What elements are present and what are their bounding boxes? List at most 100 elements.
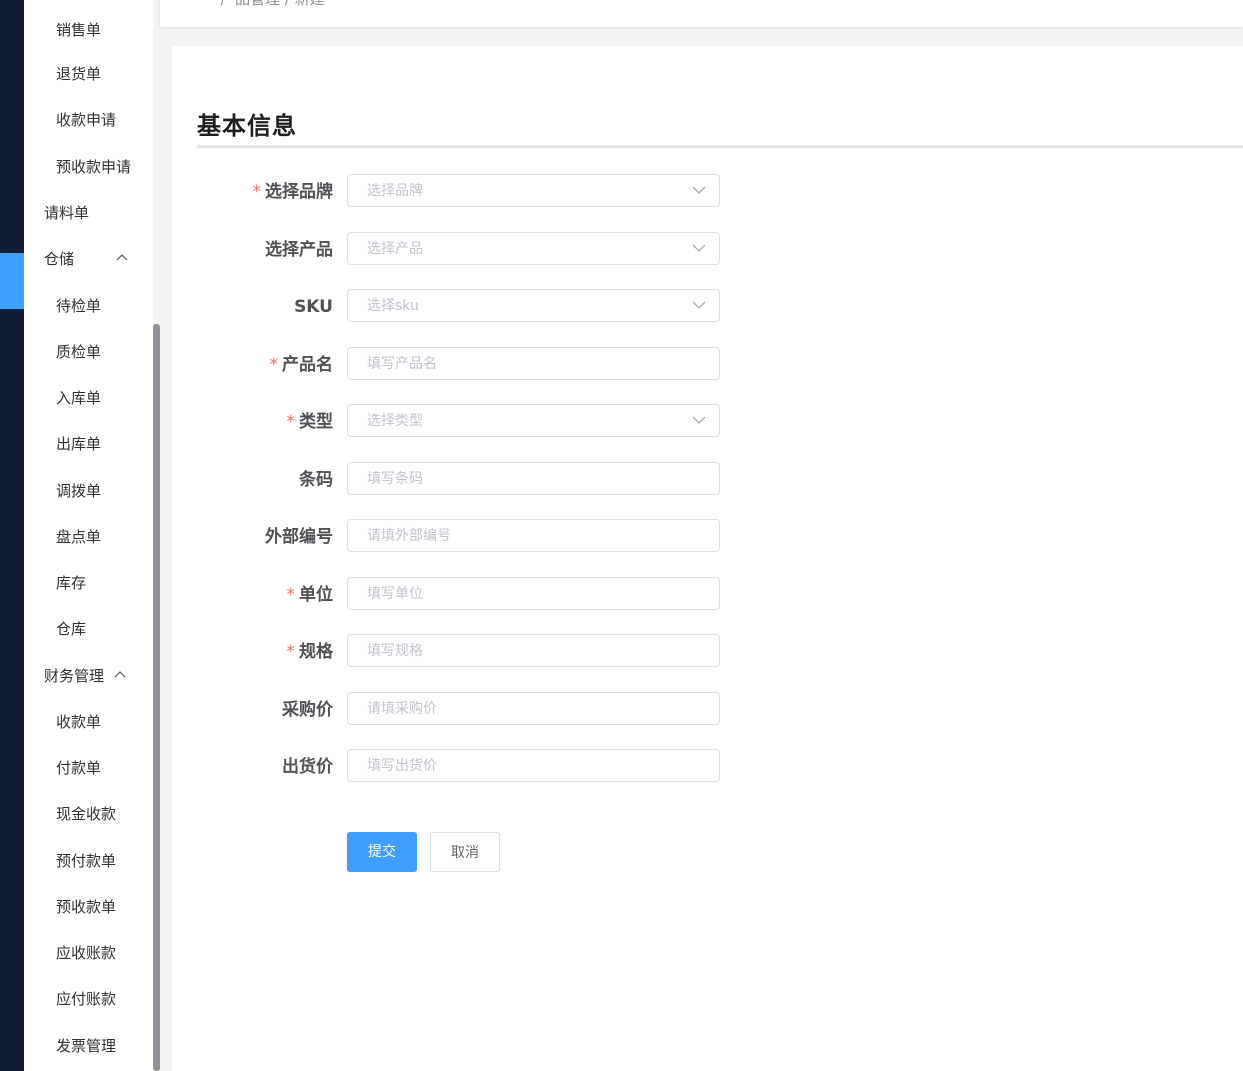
form-row-barcode: 条码 填写条码 [172, 462, 772, 498]
form-row-sku: SKU 选择sku [172, 289, 772, 325]
sidebar-item-accounts-receivable[interactable]: 应收账款 [56, 930, 116, 976]
sidebar-item-payment-request[interactable]: 收款申请 [56, 97, 116, 143]
external-code-input[interactable]: 请填外部编号 [347, 519, 720, 552]
barcode-input[interactable]: 填写条码 [347, 462, 720, 495]
sidebar-item-outbound-order[interactable]: 出库单 [56, 421, 101, 467]
required-mark: * [286, 585, 296, 605]
select-placeholder: 选择产品 [367, 241, 423, 257]
rail-active-indicator [0, 253, 24, 309]
form-row-product-name: * 产品名 填写产品名 [172, 347, 772, 383]
sidebar-group-warehouse[interactable]: 仓储 [44, 236, 144, 282]
select-placeholder: 选择类型 [367, 413, 423, 429]
left-rail [0, 0, 24, 1071]
field-label: 条码 [299, 470, 333, 490]
field-label: 出货价 [282, 757, 333, 777]
sidebar-item-label: 收款申请 [56, 111, 117, 129]
sidebar-item-cash-receipt[interactable]: 现金收款 [56, 791, 116, 837]
sidebar-item-payment[interactable]: 付款单 [56, 745, 101, 791]
sidebar-item-receipt[interactable]: 收款单 [56, 699, 101, 745]
form-panel: 基本信息 * 选择品牌 选择品牌 选择产品 选择产品 SKU 选择sku * 产品名… [172, 46, 1243, 1071]
form-row-sale-price: 出货价 填写出货价 [172, 749, 772, 785]
sku-select[interactable]: 选择sku [347, 289, 720, 322]
submit-button[interactable]: 提交 [347, 832, 417, 872]
brand-select[interactable]: 选择品牌 [347, 174, 720, 207]
chevron-down-icon [692, 244, 706, 252]
sidebar-item-label: 预收款申请 [56, 158, 132, 176]
input-placeholder: 填写单位 [367, 586, 423, 602]
spec-input[interactable]: 填写规格 [347, 634, 720, 667]
form-row-external-code: 外部编号 请填外部编号 [172, 519, 772, 555]
sidebar-item-inventory[interactable]: 库存 [56, 560, 86, 606]
form-row-product: 选择产品 选择产品 [172, 232, 772, 268]
input-placeholder: 填写条码 [367, 471, 423, 487]
sidebar-item-label: 退货单 [56, 65, 102, 83]
select-placeholder: 选择sku [367, 298, 419, 314]
sidebar-item-label: 请料单 [44, 204, 90, 222]
sidebar-item-transfer-order[interactable]: 调拨单 [56, 468, 101, 514]
input-placeholder: 填写产品名 [367, 356, 437, 372]
input-placeholder: 填写出货价 [367, 758, 437, 774]
form-row-unit: * 单位 填写单位 [172, 577, 772, 613]
form-row-type: * 类型 选择类型 [172, 404, 772, 440]
field-label: 选择产品 [265, 240, 333, 260]
sidebar-item-material-request[interactable]: 请料单 [44, 190, 89, 236]
sidebar-item-label: 财务管理 [44, 667, 105, 685]
field-label: 采购价 [282, 700, 333, 720]
input-placeholder: 填写规格 [367, 643, 423, 659]
input-placeholder: 请填外部编号 [367, 528, 451, 544]
field-label: * 规格 [286, 642, 334, 662]
sidebar-item-label: 仓储 [44, 250, 75, 268]
sidebar-item-label: 调拨单 [56, 482, 102, 500]
sidebar-item-prepayment-request[interactable]: 预收款申请 [56, 144, 131, 190]
sidebar-item-label: 预收款单 [56, 898, 117, 916]
sidebar-item-label: 出库单 [56, 435, 102, 453]
select-placeholder: 选择品牌 [367, 183, 423, 199]
sidebar-item-stocktake-order[interactable]: 盘点单 [56, 514, 101, 560]
required-mark: * [286, 412, 296, 432]
sidebar-group-finance[interactable]: 财务管理 [44, 653, 144, 699]
field-label: * 类型 [286, 412, 334, 432]
form-row-purchase-price: 采购价 请填采购价 [172, 692, 772, 728]
sidebar-item-prepayment[interactable]: 预付款单 [56, 838, 116, 884]
sidebar-item-quality-inspection[interactable]: 质检单 [56, 329, 101, 375]
sidebar-item-label: 应收账款 [56, 944, 117, 962]
sidebar-item-label: 应付账款 [56, 990, 117, 1008]
section-divider [197, 145, 1243, 148]
form-row-spec: * 规格 填写规格 [172, 634, 772, 670]
unit-input[interactable]: 填写单位 [347, 577, 720, 610]
sale-price-input[interactable]: 填写出货价 [347, 749, 720, 782]
sidebar-item-advance-receipt[interactable]: 预收款单 [56, 884, 116, 930]
cancel-button[interactable]: 取消 [430, 832, 500, 872]
sidebar-item-invoice-management[interactable]: 发票管理 [56, 1023, 116, 1069]
sidebar-item-label: 发票管理 [56, 1037, 117, 1055]
sidebar-item-sales-order[interactable]: 销售单 [56, 7, 101, 53]
sidebar-item-pending-inspection[interactable]: 待检单 [56, 283, 101, 329]
sidebar-item-label: 仓库 [56, 620, 87, 638]
field-label: 外部编号 [265, 527, 333, 547]
sidebar-item-accounts-payable[interactable]: 应付账款 [56, 976, 116, 1022]
field-label: * 单位 [286, 585, 334, 605]
required-mark: * [286, 642, 296, 662]
sidebar-item-label: 质检单 [56, 343, 102, 361]
field-label: * 产品名 [269, 355, 334, 375]
type-select[interactable]: 选择类型 [347, 404, 720, 437]
sidebar-scrollbar-thumb[interactable] [153, 324, 160, 1071]
chevron-down-icon [692, 301, 706, 309]
sidebar-menu: 销售单 退货单 收款申请 预收款申请 请料单 仓储 待检单 质检单 入库单 出库… [24, 0, 153, 1071]
purchase-price-input[interactable]: 请填采购价 [347, 692, 720, 725]
product-name-input[interactable]: 填写产品名 [347, 347, 720, 380]
sidebar-item-label: 付款单 [56, 759, 102, 777]
sidebar-item-return-order[interactable]: 退货单 [56, 51, 101, 97]
sidebar-item-inbound-order[interactable]: 入库单 [56, 375, 101, 421]
sidebar-item-label: 收款单 [56, 713, 102, 731]
input-placeholder: 请填采购价 [367, 701, 437, 717]
form-row-brand: * 选择品牌 选择品牌 [172, 174, 772, 210]
sidebar-item-label: 入库单 [56, 389, 102, 407]
field-label: * 选择品牌 [252, 182, 334, 202]
sidebar-item-warehouse[interactable]: 仓库 [56, 606, 86, 652]
top-header: 产品管理 / 新建 [160, 0, 1243, 27]
breadcrumb: 产品管理 / 新建 [220, 0, 325, 9]
sidebar-item-label: 盘点单 [56, 528, 102, 546]
product-select[interactable]: 选择产品 [347, 232, 720, 265]
sidebar-item-label: 销售单 [56, 21, 102, 39]
